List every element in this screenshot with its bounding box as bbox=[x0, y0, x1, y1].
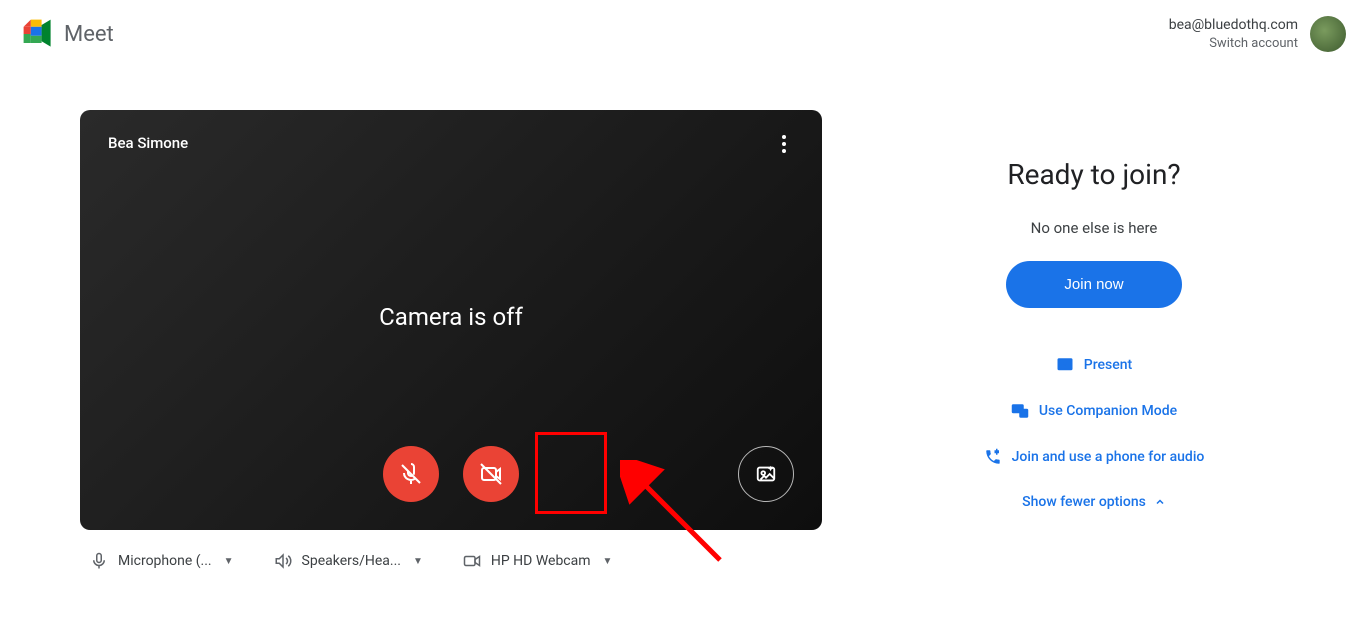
main: Bea Simone Camera is off bbox=[0, 68, 1366, 570]
header-right: bea@bluedothq.com Switch account bbox=[1169, 16, 1346, 52]
camera-selector[interactable]: HP HD Webcam ▼ bbox=[463, 552, 613, 570]
phone-label: Join and use a phone for audio bbox=[1012, 449, 1205, 465]
join-now-button[interactable]: Join now bbox=[1006, 261, 1181, 308]
chevron-down-icon: ▼ bbox=[413, 556, 423, 567]
header-left: Meet bbox=[20, 16, 114, 52]
annotation-highlight bbox=[535, 432, 607, 514]
speaker-label: Speakers/Hea... bbox=[302, 553, 401, 569]
camera-label: HP HD Webcam bbox=[491, 553, 591, 569]
mic-label: Microphone (... bbox=[118, 553, 212, 569]
mic-off-icon bbox=[399, 462, 423, 486]
camera-icon bbox=[463, 552, 481, 570]
effects-icon bbox=[755, 463, 777, 485]
camera-off-icon bbox=[479, 462, 503, 486]
header: Meet bea@bluedothq.com Switch account bbox=[0, 0, 1366, 68]
account-text: bea@bluedothq.com Switch account bbox=[1169, 16, 1298, 52]
avatar[interactable] bbox=[1310, 16, 1346, 52]
present-icon bbox=[1056, 356, 1074, 374]
ready-title: Ready to join? bbox=[1007, 158, 1180, 191]
device-selectors: Microphone (... ▼ Speakers/Hea... ▼ HP H… bbox=[80, 530, 822, 570]
more-vertical-icon bbox=[782, 135, 786, 153]
toggle-options-button[interactable]: Show fewer options bbox=[1022, 494, 1166, 510]
account-email: bea@bluedothq.com bbox=[1169, 16, 1298, 35]
more-options-button[interactable] bbox=[768, 128, 800, 160]
media-controls bbox=[383, 446, 519, 502]
video-preview: Bea Simone Camera is off bbox=[80, 110, 822, 530]
participant-name: Bea Simone bbox=[108, 134, 188, 152]
left-panel: Bea Simone Camera is off bbox=[80, 110, 822, 570]
present-label: Present bbox=[1084, 357, 1132, 373]
companion-icon bbox=[1011, 402, 1029, 420]
present-button[interactable]: Present bbox=[1056, 356, 1132, 374]
companion-mode-button[interactable]: Use Companion Mode bbox=[1011, 402, 1177, 420]
camera-toggle-button[interactable] bbox=[463, 446, 519, 502]
chevron-down-icon: ▼ bbox=[603, 556, 613, 567]
phone-audio-button[interactable]: Join and use a phone for audio bbox=[984, 448, 1205, 466]
app-name: Meet bbox=[64, 22, 114, 47]
toggle-label: Show fewer options bbox=[1022, 494, 1146, 510]
participants-subtext: No one else is here bbox=[1031, 219, 1158, 237]
chevron-down-icon: ▼ bbox=[224, 556, 234, 567]
camera-off-text: Camera is off bbox=[379, 304, 523, 332]
speaker-icon bbox=[274, 552, 292, 570]
mic-selector[interactable]: Microphone (... ▼ bbox=[90, 552, 234, 570]
mic-icon bbox=[90, 552, 108, 570]
phone-icon bbox=[984, 448, 1002, 466]
mic-toggle-button[interactable] bbox=[383, 446, 439, 502]
chevron-up-icon bbox=[1154, 496, 1166, 508]
companion-label: Use Companion Mode bbox=[1039, 403, 1177, 419]
right-panel: Ready to join? No one else is here Join … bbox=[842, 110, 1346, 570]
visual-effects-button[interactable] bbox=[738, 446, 794, 502]
speaker-selector[interactable]: Speakers/Hea... ▼ bbox=[274, 552, 423, 570]
switch-account-link[interactable]: Switch account bbox=[1169, 35, 1298, 53]
meet-logo-icon bbox=[20, 16, 56, 52]
